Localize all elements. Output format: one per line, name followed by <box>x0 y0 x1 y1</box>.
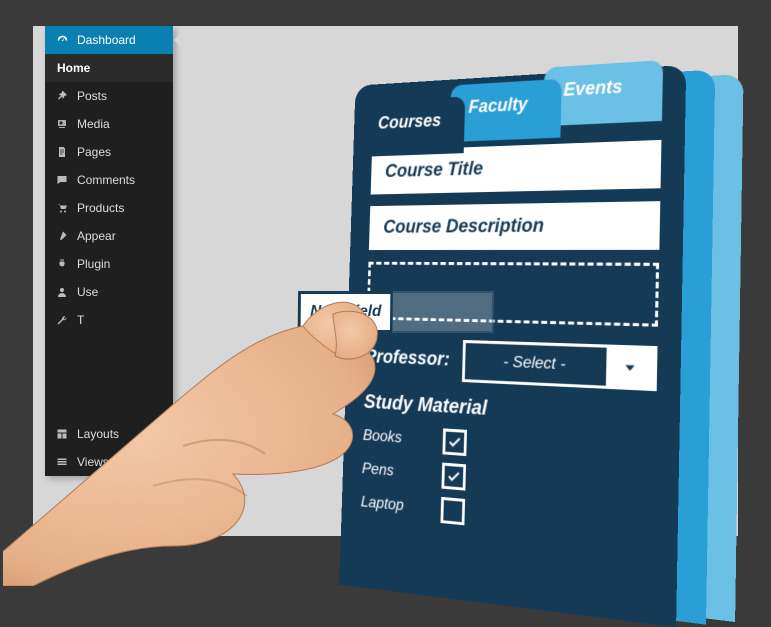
form-card: Events Faculty Courses Course Title Cour… <box>339 65 686 627</box>
field-course-description[interactable]: Course Description <box>369 201 661 250</box>
tab-faculty[interactable]: Faculty <box>449 79 561 142</box>
sidebar-label: Views <box>77 455 163 469</box>
sidebar-label: Layouts <box>77 427 163 441</box>
sidebar-label: Posts <box>77 89 163 103</box>
sidebar-label: Appear <box>77 229 163 243</box>
admin-sidebar: Dashboard Home Posts Media Pages <box>45 26 173 476</box>
sidebar-label: T <box>77 313 163 327</box>
sidebar-item-media[interactable]: Media <box>45 110 173 138</box>
sidebar-label: Comments <box>77 173 163 187</box>
select-toggle[interactable] <box>606 348 655 388</box>
sidebar-label: Dashboard <box>77 33 163 47</box>
sidebar-label: Products <box>77 201 163 215</box>
gauge-icon <box>55 34 69 47</box>
sidebar-item-comments[interactable]: Comments <box>45 166 173 194</box>
study-item-label: Books <box>363 427 425 449</box>
sidebar-item-layouts[interactable]: Layouts <box>45 420 173 448</box>
sidebar-item-home[interactable]: Home <box>45 54 173 82</box>
tab-events[interactable]: Events <box>543 60 663 126</box>
sidebar-item-products[interactable]: Products <box>45 194 173 222</box>
sidebar-label: Pages <box>77 145 163 159</box>
sidebar-spacer <box>45 334 173 420</box>
professor-row: Professor: - Select - <box>365 337 658 391</box>
brush-icon <box>55 230 69 242</box>
checkbox-laptop[interactable] <box>440 497 465 526</box>
plug-icon <box>55 258 69 270</box>
study-item-label: Pens <box>362 460 424 483</box>
sidebar-item-posts[interactable]: Posts <box>45 82 173 110</box>
layout-icon <box>55 428 69 440</box>
views-icon <box>55 456 69 468</box>
comment-icon <box>55 174 69 186</box>
sidebar-label: Media <box>77 117 163 131</box>
checkbox-books[interactable] <box>442 428 467 456</box>
checkbox-pens[interactable] <box>441 463 466 491</box>
sidebar-item-pages[interactable]: Pages <box>45 138 173 166</box>
new-field-ghost <box>389 291 494 333</box>
sidebar-item-plugins[interactable]: Plugin <box>45 250 173 278</box>
study-item-label: Laptop <box>361 494 423 518</box>
new-field-label: New Field <box>298 291 394 333</box>
tab-label: Courses <box>378 110 442 133</box>
sidebar-item-appearance[interactable]: Appear <box>45 222 173 250</box>
wrench-icon <box>55 314 69 326</box>
sidebar-item-views[interactable]: Views <box>45 448 173 476</box>
pin-icon <box>55 90 69 102</box>
sidebar-item-users[interactable]: Use <box>45 278 173 306</box>
sidebar-item-tools[interactable]: T <box>45 306 173 334</box>
sidebar-label: Home <box>57 61 163 75</box>
sidebar-item-dashboard[interactable]: Dashboard <box>45 26 173 54</box>
media-icon <box>55 118 69 130</box>
cart-icon <box>55 202 69 214</box>
professor-label: Professor: <box>365 347 450 372</box>
tab-label: Faculty <box>468 93 527 117</box>
professor-select[interactable]: - Select - <box>462 340 658 391</box>
select-placeholder: - Select - <box>465 343 607 386</box>
user-icon <box>55 286 69 298</box>
canvas: Dashboard Home Posts Media Pages <box>33 26 738 536</box>
tab-courses[interactable]: Courses <box>360 96 465 157</box>
new-field-chip[interactable]: New Field <box>298 283 489 339</box>
form-tabs: Events Faculty Courses <box>354 65 687 142</box>
sidebar-label: Plugin <box>77 257 163 271</box>
sidebar-label: Use <box>77 285 163 299</box>
page-icon <box>55 146 69 158</box>
tab-label: Events <box>563 76 622 101</box>
